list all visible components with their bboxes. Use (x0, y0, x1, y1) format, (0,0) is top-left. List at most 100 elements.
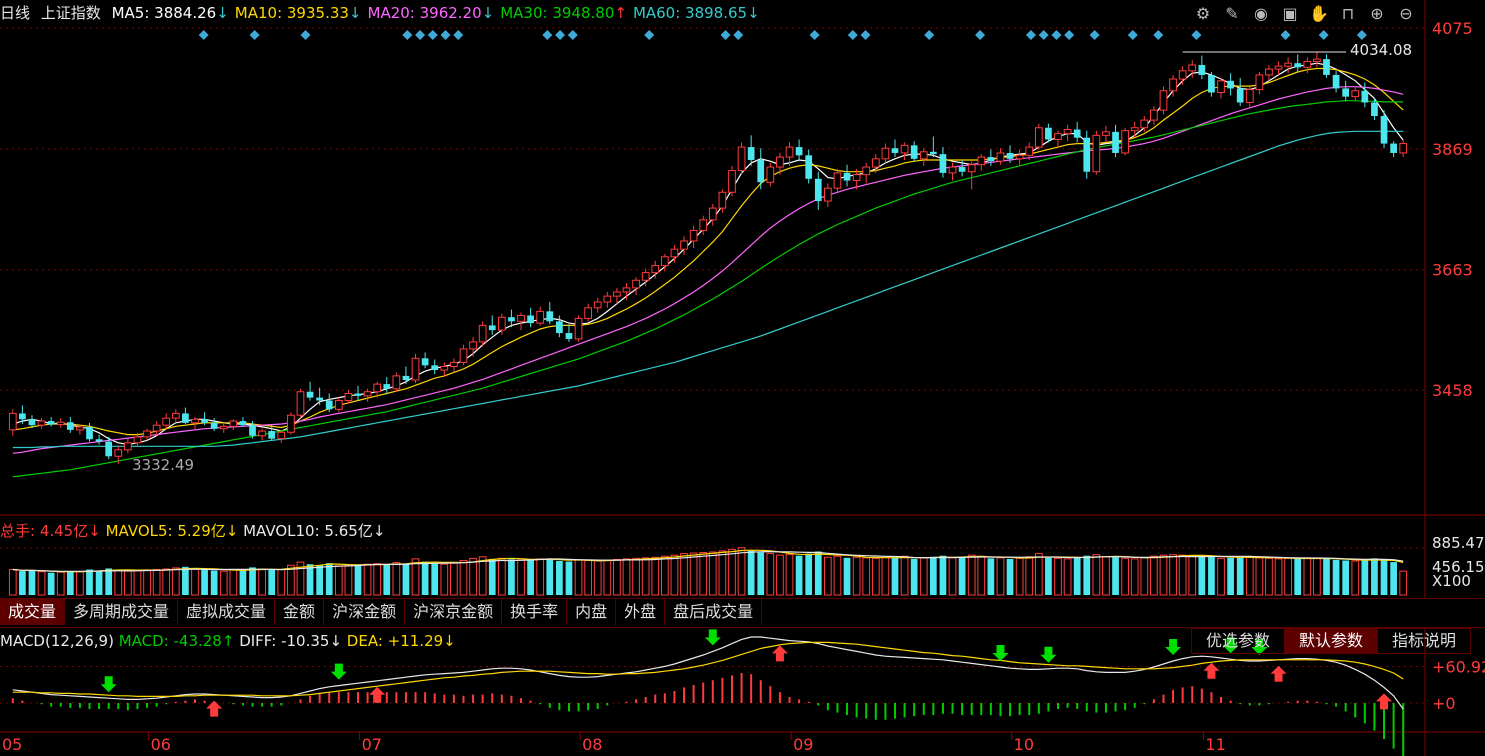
candle-body (334, 400, 343, 410)
volume-bar (651, 556, 660, 596)
volume-bar (919, 557, 928, 596)
volume-bar (593, 560, 602, 596)
tab-multi-period-volume[interactable]: 多周期成交量 (65, 599, 179, 625)
candle-body (1045, 127, 1052, 140)
buy-signal-arrow (206, 700, 223, 717)
candle-body (651, 265, 660, 274)
volume-bar (843, 557, 851, 595)
candle-body (919, 151, 928, 160)
volume-bar (680, 553, 688, 596)
optimal-params-button[interactable]: 优选参数 (1190, 628, 1285, 654)
candle-body (1178, 70, 1187, 80)
tab-inner[interactable]: 内盘 (567, 599, 617, 625)
candle-body (411, 357, 420, 381)
macd-diff: DIFF: -10.35↓ (239, 632, 343, 650)
candle-body (76, 426, 84, 431)
candle-body (1102, 131, 1110, 136)
volume-bar (210, 570, 218, 595)
candle-body (1380, 116, 1388, 144)
signal-diamond (1064, 30, 1075, 40)
tab-amount[interactable]: 金额 (275, 599, 325, 625)
volume-bar (852, 556, 861, 596)
candle-body (1284, 62, 1292, 67)
volume-bar (939, 555, 947, 595)
signal-diamond (720, 30, 731, 40)
candle-body (1054, 133, 1062, 140)
candle-body (162, 417, 171, 426)
indicator-help-button[interactable]: 指标说明 (1376, 628, 1471, 654)
candle-body (239, 421, 247, 426)
macd-name: MACD(12,26,9) (0, 632, 114, 650)
candle-body (967, 164, 976, 173)
candle-body (824, 187, 832, 202)
candle-body (421, 358, 429, 366)
candle-body (373, 383, 382, 393)
candle-body (1140, 119, 1149, 129)
volume-bar (1332, 559, 1340, 595)
candle-body (852, 174, 861, 182)
month-label: 11 (1205, 735, 1225, 754)
volume-bar (497, 557, 506, 596)
volume-bar (977, 555, 986, 596)
volume-bar (737, 547, 746, 596)
volume-bar (47, 572, 55, 595)
volume-bar (124, 570, 132, 596)
candle-body (1313, 58, 1321, 62)
volume-bar (249, 567, 256, 595)
volume-bar (1054, 557, 1062, 596)
tab-volume[interactable]: 成交量 (0, 599, 66, 625)
tab-virtual-volume[interactable]: 虚拟成交量 (178, 599, 276, 625)
signal-diamond (1038, 30, 1049, 40)
candle-body (201, 419, 208, 423)
candle-body (1198, 64, 1206, 75)
volume-bar (708, 551, 717, 596)
buy-signal-arrow (1376, 693, 1393, 710)
volume-bar (996, 557, 1005, 596)
volume-bar (402, 563, 410, 595)
candle-body (219, 425, 228, 430)
sell-signal-arrow (1040, 646, 1057, 663)
volume-bar (373, 563, 382, 596)
tab-hsj-amount[interactable]: 沪深京金额 (405, 599, 503, 625)
signal-diamond (809, 30, 820, 40)
volume-bar (354, 565, 362, 595)
tab-hs-amount[interactable]: 沪深金额 (324, 599, 406, 625)
signal-diamond (924, 30, 935, 40)
volume-bar (325, 563, 333, 595)
tab-turnover[interactable]: 换手率 (502, 599, 568, 625)
volume-bar (431, 563, 439, 595)
candle-body (1245, 89, 1254, 104)
volume-bar (469, 557, 477, 596)
volume-bar (508, 559, 515, 595)
candle-body (603, 295, 612, 303)
volume-bar (929, 556, 937, 595)
volume-bar (459, 559, 468, 596)
volume-bar (584, 559, 592, 596)
candle-body (1255, 74, 1264, 91)
volume-bar (1073, 557, 1081, 595)
price-tick-label: 3458 (1432, 381, 1473, 400)
volume-bar (699, 552, 708, 596)
candle-body (1121, 130, 1129, 154)
volume-tick-label: X100 (1432, 572, 1471, 590)
signal-diamond (198, 30, 209, 40)
volume-bar (143, 569, 151, 596)
candle-body (785, 146, 794, 158)
candle-body (546, 311, 554, 322)
tab-outer[interactable]: 外盘 (616, 599, 666, 625)
candle-body (47, 421, 55, 425)
signal-diamond (860, 30, 871, 40)
low-annotation: 3332.49 (132, 456, 194, 474)
candle-body (133, 436, 142, 444)
volume-bar (1245, 556, 1254, 596)
candle-body (805, 155, 813, 179)
candle-body (1188, 64, 1197, 72)
candle-body (1361, 90, 1369, 103)
volume-bar (1169, 554, 1177, 596)
volume-bar (421, 561, 429, 595)
candle-body (469, 341, 477, 350)
tab-after-hours-volume[interactable]: 盘后成交量 (665, 599, 763, 625)
volume-bar (747, 550, 755, 595)
default-params-button[interactable]: 默认参数 (1283, 628, 1378, 654)
candle-body (939, 154, 947, 173)
